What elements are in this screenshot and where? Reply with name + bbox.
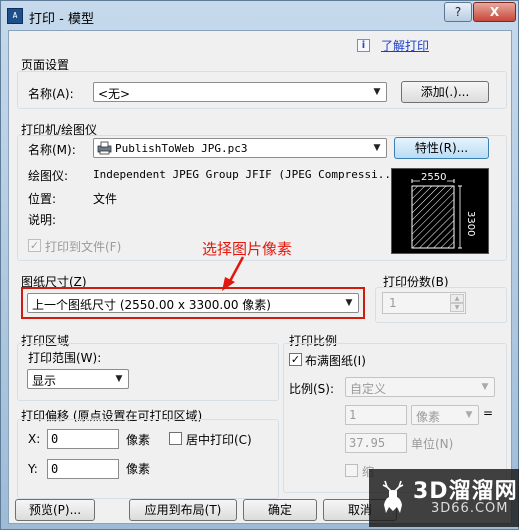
offset-x-label: X: (28, 432, 41, 446)
plot-range-select[interactable]: 显示 ▼ (27, 369, 129, 389)
annotation-text: 选择图片像素 (202, 240, 293, 258)
autocad-icon: A (7, 8, 23, 24)
window-title: 打印 - 模型 (29, 12, 94, 27)
spinner-down-icon[interactable]: ▼ (450, 303, 464, 312)
dialog-client: i 了解打印 页面设置 名称(A): <无> ▼ 添加(.)... 打印机/绘图… (8, 30, 512, 524)
plotter-label: 绘图仪: (28, 169, 69, 183)
equals-sign: = (483, 406, 494, 420)
page-setup-name-value: <无> (98, 87, 131, 101)
chevron-down-icon: ▼ (465, 410, 473, 420)
print-dialog: A 打印 - 模型 ? X i 了解打印 页面设置 名称(A): <无> ▼ 添… (0, 0, 519, 530)
printer-name-value: PublishToWeb JPG.pc3 (115, 142, 248, 155)
info-icon[interactable]: i (357, 39, 370, 52)
scale-unit2-label: 单位(N) (411, 437, 454, 451)
description-label: 说明: (28, 213, 57, 227)
help-button[interactable]: ? (444, 2, 472, 22)
print-to-file-label: 打印到文件(F) (45, 240, 122, 254)
close-button[interactable]: X (473, 2, 516, 22)
chevron-down-icon: ▼ (373, 143, 381, 153)
scale-select[interactable]: 自定义 ▼ (345, 377, 495, 397)
plotter-value: Independent JPEG Group JFIF (JPEG Compre… (93, 168, 398, 181)
location-value: 文件 (93, 192, 118, 206)
scale-value1-input[interactable]: 1 (345, 405, 407, 425)
scale-value2-input[interactable]: 37.95 (345, 433, 407, 453)
offset-y-label: Y: (28, 462, 38, 476)
scale-label: 比例(S): (289, 382, 335, 396)
offset-x-unit: 像素 (126, 433, 151, 447)
center-plot-label: 居中打印(C) (186, 433, 252, 447)
fit-to-paper-label: 布满图纸(I) (305, 354, 366, 368)
printer-name-label: 名称(M): (28, 143, 76, 157)
fit-to-paper-checkbox[interactable]: ✓ (289, 353, 302, 366)
scale-unit1-select[interactable]: 像素 ▼ (411, 405, 479, 425)
chevron-down-icon: ▼ (481, 382, 489, 392)
preview-button[interactable]: 预览(P)... (15, 499, 95, 521)
scale-lineweights-checkbox[interactable] (345, 464, 358, 477)
copies-spinner[interactable]: 1 ▲ ▼ (382, 292, 466, 314)
preview-width-label: 2550 (420, 172, 448, 183)
watermark: 3D溜溜网 3D66.COM (369, 469, 519, 527)
chevron-down-icon: ▼ (373, 87, 381, 97)
plot-range-label: 打印范围(W): (28, 351, 102, 365)
scale-unit1-value: 像素 (416, 410, 441, 424)
offset-x-input[interactable]: 0 (47, 429, 119, 449)
printer-icon (97, 141, 112, 155)
printer-name-select[interactable]: PublishToWeb JPG.pc3 ▼ (93, 138, 387, 158)
copies-value: 1 (389, 296, 397, 310)
scale-value: 自定义 (350, 382, 387, 396)
deer-logo-icon (382, 480, 404, 513)
page-setup-name-select[interactable]: <无> ▼ (93, 82, 387, 102)
offset-y-unit: 像素 (126, 462, 151, 476)
preview-height-label: 3300 (465, 211, 476, 237)
add-page-setup-button[interactable]: 添加(.)... (401, 81, 489, 103)
paper-preview: 2550 3300 (391, 168, 489, 254)
spinner-up-icon[interactable]: ▲ (450, 294, 464, 303)
learn-print-link[interactable]: 了解打印 (381, 37, 429, 54)
print-to-file-checkbox[interactable]: ✓ (28, 239, 41, 252)
page-setup-name-label: 名称(A): (28, 87, 74, 101)
paper-size-value: 上一个图纸尺寸 (2550.00 x 3300.00 像素) (32, 298, 271, 312)
location-label: 位置: (28, 192, 57, 206)
offset-y-input[interactable]: 0 (47, 459, 119, 479)
printer-properties-button[interactable]: 特性(R)... (394, 137, 489, 159)
paper-size-select[interactable]: 上一个图纸尺寸 (2550.00 x 3300.00 像素) ▼ (27, 293, 359, 313)
plot-range-value: 显示 (32, 374, 57, 388)
chevron-down-icon: ▼ (345, 298, 353, 308)
chevron-down-icon: ▼ (115, 374, 123, 384)
watermark-sub-text: 3D66.COM (431, 501, 509, 516)
apply-to-layout-button[interactable]: 应用到布局(T) (129, 499, 237, 521)
ok-button[interactable]: 确定 (243, 499, 317, 521)
title-bar[interactable]: A 打印 - 模型 ? X (1, 1, 518, 30)
center-plot-checkbox[interactable] (169, 432, 182, 445)
